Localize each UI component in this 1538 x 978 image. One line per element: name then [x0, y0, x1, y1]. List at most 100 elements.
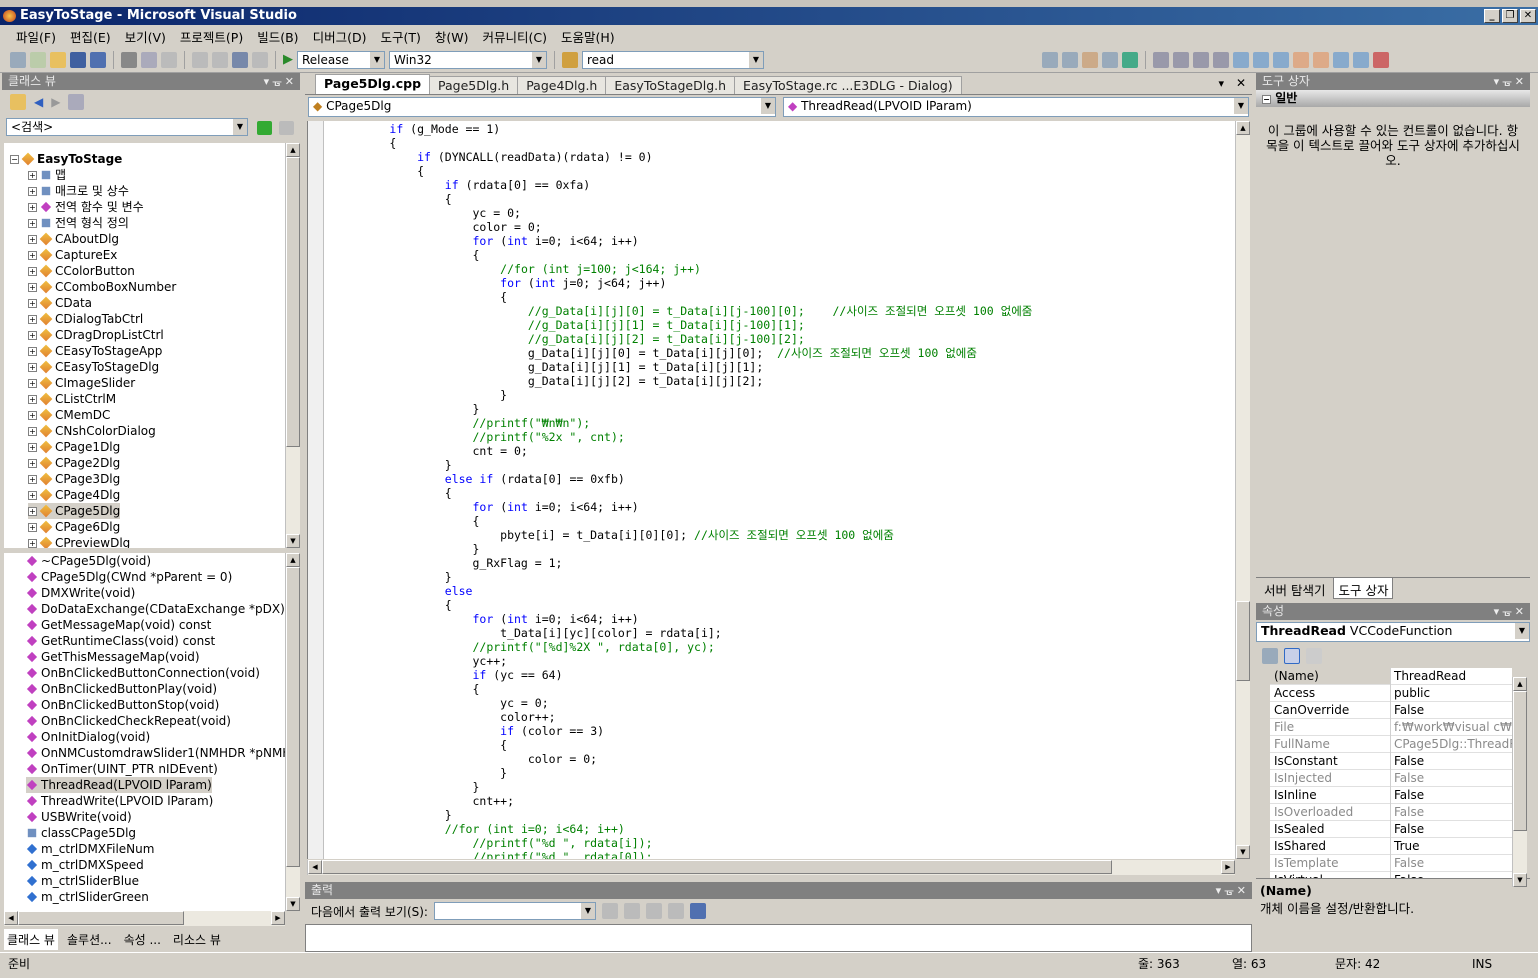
uncomment-icon[interactable]	[1213, 51, 1229, 68]
word-wrap-icon[interactable]	[689, 903, 706, 919]
next-message-icon[interactable]	[645, 903, 662, 919]
tree-item[interactable]: + CPreviewDlg	[28, 535, 130, 548]
member-item[interactable]: ThreadWrite(LPVOID lParam)	[26, 793, 213, 809]
property-value[interactable]: False	[1390, 787, 1512, 804]
tree-item[interactable]: + CAboutDlg	[28, 231, 119, 247]
toolbox-icon[interactable]	[1082, 51, 1098, 68]
tree-item[interactable]: + CMemDC	[28, 407, 110, 423]
property-value[interactable]: ThreadRead	[1390, 668, 1512, 685]
property-grid-scrollbar[interactable]: ▲ ▼	[1512, 677, 1527, 887]
class-view-icon[interactable]	[1102, 51, 1118, 68]
scroll-thumb[interactable]	[322, 860, 1112, 874]
panel-controls[interactable]: ▾ ᚗ ✕	[1216, 882, 1246, 899]
scroll-down-arrow[interactable]: ▼	[1236, 845, 1250, 859]
property-value[interactable]: f:₩work₩visual c₩e	[1390, 719, 1512, 736]
scroll-left-arrow[interactable]: ◀	[308, 860, 322, 874]
menu-item[interactable]: 도움말(H)	[555, 27, 621, 46]
member-item[interactable]: classCPage5Dlg	[26, 825, 136, 841]
panel-tab[interactable]: 리소스 뷰	[170, 929, 224, 950]
member-item[interactable]: OnTimer(UINT_PTR nIDEvent)	[26, 761, 218, 777]
expand-icon[interactable]: +	[28, 410, 37, 420]
paste-icon[interactable]	[161, 51, 177, 68]
property-row[interactable]: IsOverloaded False	[1270, 804, 1512, 821]
panel-tab[interactable]: 속성 ...	[121, 929, 164, 950]
expand-icon[interactable]: +	[28, 426, 37, 436]
platform-select[interactable]: Win32 ▼	[389, 50, 547, 69]
member-item[interactable]: OnInitDialog(void)	[26, 729, 150, 745]
output-source-select[interactable]: ▼	[433, 902, 596, 920]
scroll-thumb[interactable]	[286, 567, 300, 867]
prev-bookmark-icon[interactable]	[1253, 51, 1269, 68]
scroll-thumb[interactable]	[1236, 601, 1250, 681]
toolbox-group-general[interactable]: − 일반	[1256, 90, 1530, 107]
property-row[interactable]: IsTemplate False	[1270, 855, 1512, 872]
expand-icon[interactable]: +	[28, 538, 37, 548]
scroll-thumb[interactable]	[1513, 691, 1527, 831]
tree-item[interactable]: + CEasyToStageApp	[28, 343, 162, 359]
member-item[interactable]: m_ctrlDMXSpeed	[26, 857, 144, 873]
member-item[interactable]: OnBnClickedButtonStop(void)	[26, 697, 219, 713]
tab-list-icon[interactable]: ▾	[1218, 77, 1224, 90]
tree-item[interactable]: + 매크로 및 상수	[28, 183, 129, 199]
property-row[interactable]: IsSealed False	[1270, 821, 1512, 838]
menu-item[interactable]: 보기(V)	[119, 27, 172, 46]
search-go-icon[interactable]	[257, 121, 272, 135]
member-combo[interactable]: ◆ ThreadRead(LPVOID lParam) ▼	[783, 97, 1249, 117]
member-item[interactable]: GetThisMessageMap(void)	[26, 649, 200, 665]
next-bookmark-folder-icon[interactable]	[1313, 51, 1329, 68]
new-folder-icon[interactable]	[10, 94, 26, 110]
class-tree-scrollbar[interactable]: ▲ ▼	[285, 143, 300, 548]
tree-item[interactable]: + CData	[28, 295, 92, 311]
tree-item[interactable]: + CPage3Dlg	[28, 471, 120, 487]
expand-icon[interactable]: +	[28, 314, 37, 324]
output-text[interactable]	[305, 924, 1252, 952]
property-row[interactable]: CanOverride False	[1270, 702, 1512, 719]
expand-icon[interactable]: +	[28, 298, 37, 308]
document-tab[interactable]: EasyToStageDlg.h	[605, 76, 736, 94]
document-tab[interactable]: Page5Dlg.h	[429, 76, 519, 94]
tree-item[interactable]: + CColorButton	[28, 263, 135, 279]
menu-item[interactable]: 프로젝트(P)	[174, 27, 249, 46]
expand-icon[interactable]: +	[28, 202, 37, 212]
save-all-icon[interactable]	[90, 51, 106, 68]
member-item[interactable]: DMXWrite(void)	[26, 585, 135, 601]
expand-icon[interactable]: −	[10, 154, 19, 164]
close-button[interactable]: ✕	[1520, 9, 1536, 23]
expand-icon[interactable]: +	[28, 490, 37, 500]
expand-icon[interactable]: +	[28, 474, 37, 484]
tree-item[interactable]: + CPage1Dlg	[28, 439, 120, 455]
bookmark-icon[interactable]	[1233, 51, 1249, 68]
prev-bookmark-doc-icon[interactable]	[1333, 51, 1349, 68]
clear-bookmarks-icon[interactable]	[1373, 51, 1389, 68]
member-item[interactable]: OnNMCustomdrawSlider1(NMHDR *pNMH	[26, 745, 285, 761]
property-pages-icon[interactable]	[1306, 648, 1322, 664]
scroll-up-arrow[interactable]: ▲	[1513, 677, 1527, 691]
navigate-backward-icon[interactable]	[232, 51, 248, 68]
property-value[interactable]: False	[1390, 872, 1512, 878]
panel-controls[interactable]: ▾ ᚗ ✕	[264, 73, 294, 90]
next-bookmark-doc-icon[interactable]	[1353, 51, 1369, 68]
categorized-icon[interactable]	[1262, 648, 1278, 664]
scroll-thumb[interactable]	[18, 911, 184, 925]
tree-item[interactable]: + 맵	[28, 167, 66, 183]
expand-icon[interactable]: +	[28, 250, 37, 260]
scroll-down-arrow[interactable]: ▼	[286, 897, 300, 911]
property-row[interactable]: IsInjected False	[1270, 770, 1512, 787]
property-value[interactable]: False	[1390, 770, 1512, 787]
document-tab[interactable]: Page5Dlg.cpp	[315, 74, 431, 94]
tree-item[interactable]: + CEasyToStageDlg	[28, 359, 159, 375]
property-value[interactable]: True	[1390, 838, 1512, 855]
member-item[interactable]: ThreadRead(LPVOID lParam)	[26, 777, 212, 793]
alphabetical-icon[interactable]	[1284, 648, 1300, 664]
back-icon[interactable]: ◀	[34, 95, 43, 109]
tree-item[interactable]: + CDragDropListCtrl	[28, 327, 164, 343]
expand-icon[interactable]: +	[28, 218, 37, 228]
tree-item[interactable]: + CNshColorDialog	[28, 423, 156, 439]
outdent-icon[interactable]	[1173, 51, 1189, 68]
menu-item[interactable]: 커뮤니티(C)	[476, 27, 552, 46]
tree-item[interactable]: + CPage5Dlg	[28, 503, 121, 519]
next-bookmark-icon[interactable]	[1273, 51, 1289, 68]
restore-button[interactable]: ❐	[1502, 9, 1518, 23]
property-value[interactable]: False	[1390, 753, 1512, 770]
expand-icon[interactable]: +	[28, 362, 37, 372]
